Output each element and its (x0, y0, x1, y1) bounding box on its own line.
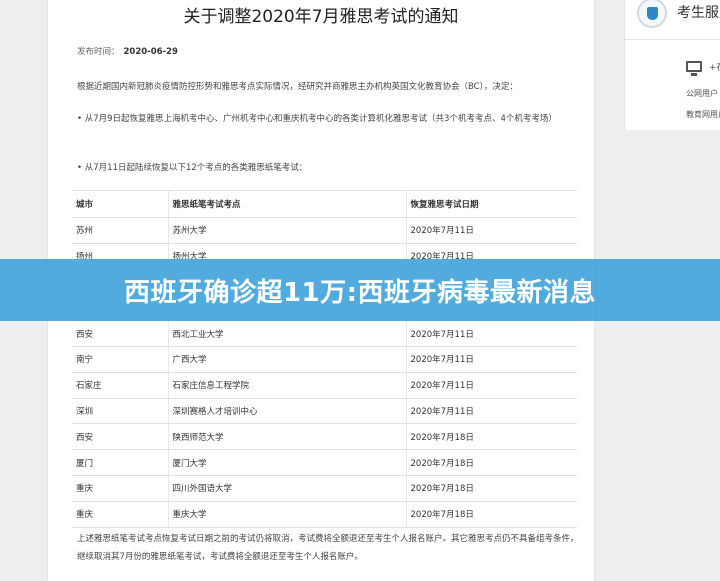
headline-banner[interactable]: 西班牙确诊超11万:西班牙病毒最新消息 (0, 259, 720, 321)
publish-meta: 发布时间： 2020-06-29 (77, 45, 178, 57)
shield-icon (637, 0, 667, 28)
exam-venue-table: 城市 雅思纸笔考试考点 恢复雅思考试日期 苏州 苏州大学 2020年7月11日 扬州扬… (72, 190, 577, 528)
side-link-public[interactable]: 公网用户 (686, 88, 718, 99)
header-city: 城市 (72, 190, 169, 218)
cell-venue: 深圳赛格人才培训中心 (168, 397, 407, 425)
side-panel: +在 公网用户 教育网用户 (624, 40, 720, 130)
cell-city: 西安 (72, 320, 169, 347)
bullet-computer-exam: • 从7月9日起恢复雅思上海机考中心、广州机考中心和重庆机考中心的各类计算机化雅… (77, 114, 557, 124)
table-row: 重庆 重庆大学 2020年7月18日 (72, 500, 577, 528)
table-header-row: 城市 雅思纸笔考试考点 恢复雅思考试日期 (72, 190, 577, 218)
table-row: 深圳 深圳赛格人才培训中心 2020年7月11日 (72, 397, 577, 425)
cell-city: 重庆 (72, 500, 169, 528)
header-date: 恢复雅思考试日期 (406, 190, 577, 218)
cell-city: 南宁 (72, 345, 169, 373)
cell-city: 西安 (72, 423, 169, 451)
cell-venue: 广西大学 (168, 345, 407, 373)
monitor-icon (686, 61, 702, 76)
candidate-service-card[interactable]: 考生服 (624, 0, 720, 40)
table-row: 石家庄 石家庄信息工程学院 2020年7月11日 (72, 371, 577, 399)
table-row: 重庆 四川外国语大学 2020年7月18日 (72, 474, 577, 502)
cell-date: 2020年7月18日 (406, 449, 577, 476)
cell-date: 2020年7月18日 (406, 500, 577, 528)
cell-venue: 苏州大学 (168, 217, 407, 244)
cell-date: 2020年7月11日 (406, 345, 577, 373)
table-row: 西安 陕西师范大学 2020年7月18日 (72, 423, 577, 451)
side-plus-text: +在 (709, 63, 720, 73)
cell-city: 深圳 (72, 397, 169, 425)
card-title: 考生服 (677, 5, 719, 21)
intro-paragraph: 根据近期国内新冠肺炎疫情防控形势和雅思考点实际情况，经研究并商雅思主办机构英国文… (77, 82, 518, 92)
cell-date: 2020年7月11日 (406, 320, 577, 347)
cell-city: 厦门 (72, 449, 169, 476)
table-row: 南宁 广西大学 2020年7月11日 (72, 345, 577, 373)
table-row: 苏州 苏州大学 2020年7月11日 (72, 217, 577, 244)
table-row: 厦门 厦门大学 2020年7月18日 (72, 449, 577, 476)
cell-venue: 陕西师范大学 (168, 423, 407, 451)
footer-paragraph: 上述雅思纸笔考试考点恢复考试日期之前的考试仍将取消，考试费将全额退还至考生个人报… (77, 534, 579, 562)
cell-date: 2020年7月18日 (406, 474, 577, 502)
cell-city: 石家庄 (72, 371, 169, 399)
bullet-paper-exam: • 从7月11日起陆续恢复以下12个考点的各类雅思纸笔考试： (77, 163, 308, 173)
cell-venue: 石家庄信息工程学院 (168, 371, 407, 399)
cell-venue: 四川外国语大学 (168, 474, 407, 502)
article-title: 关于调整2020年7月雅思考试的通知 (183, 7, 459, 27)
cell-city: 重庆 (72, 474, 169, 502)
publish-label: 发布时间： (77, 47, 120, 57)
cell-date: 2020年7月11日 (406, 217, 577, 244)
cell-venue: 重庆大学 (168, 500, 407, 528)
side-link-edu[interactable]: 教育网用户 (686, 109, 720, 120)
cell-venue: 厦门大学 (168, 449, 407, 476)
table-row: 西安 西北工业大学 2020年7月11日 (72, 320, 577, 347)
cell-venue: 西北工业大学 (168, 320, 407, 347)
cell-date: 2020年7月18日 (406, 423, 577, 451)
publish-date: 2020-06-29 (123, 47, 178, 57)
banner-text: 西班牙确诊超11万:西班牙病毒最新消息 (123, 277, 597, 308)
cell-date: 2020年7月11日 (406, 371, 577, 399)
header-venue: 雅思纸笔考试考点 (168, 190, 407, 218)
cell-city: 苏州 (72, 217, 169, 244)
cell-date: 2020年7月11日 (406, 397, 577, 425)
